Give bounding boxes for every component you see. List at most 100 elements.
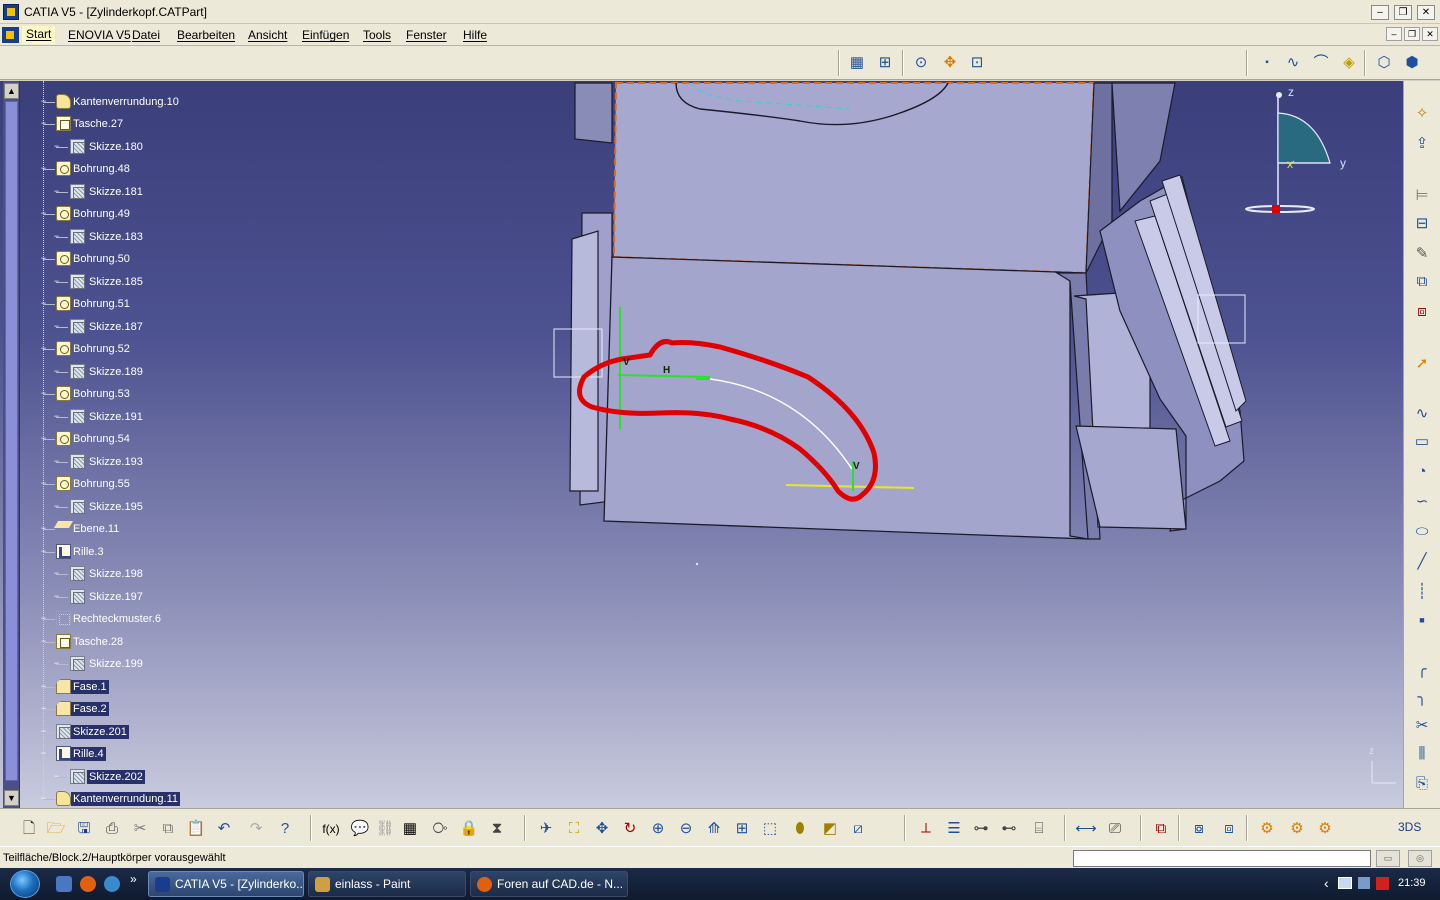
list-icon[interactable]: ☰ xyxy=(943,818,965,840)
open-file-icon[interactable]: 🗁 xyxy=(45,818,67,840)
task-firefox[interactable]: Foren auf CAD.de - N... xyxy=(470,871,628,897)
command-stop-icon[interactable]: ◎ xyxy=(1408,850,1432,867)
tree-item[interactable]: − Bohrung.50 xyxy=(22,249,342,269)
command-input[interactable] xyxy=(1073,850,1371,867)
tree-expander-icon[interactable]: − xyxy=(39,749,48,759)
command-ok-icon[interactable]: ▭ xyxy=(1376,850,1400,867)
start-orb-icon[interactable] xyxy=(10,870,40,898)
profile-line-icon[interactable]: ∿ xyxy=(1411,403,1433,425)
tree-expander-icon[interactable]: − xyxy=(39,637,48,647)
undo-icon[interactable]: ↶ xyxy=(213,818,235,840)
tree-expander-icon[interactable]: − xyxy=(39,119,48,129)
tree-expander-icon[interactable]: − xyxy=(52,322,61,332)
tree-expander-icon[interactable]: − xyxy=(39,794,48,804)
firefox-quicklaunch-icon[interactable] xyxy=(80,876,96,892)
menu-bearbeiten[interactable]: Bearbeiten xyxy=(177,28,235,42)
menu-tools[interactable]: Tools xyxy=(363,28,391,42)
scroll-up-arrow[interactable]: ▲ xyxy=(4,83,19,99)
tree-item[interactable]: − Rille.3 xyxy=(22,542,342,562)
catia-app-icon[interactable] xyxy=(3,4,19,20)
geometrical-constraints-icon[interactable]: ✥ xyxy=(939,52,961,74)
swap-space-icon[interactable]: ⧄ xyxy=(847,818,869,840)
tree-item[interactable]: − Tasche.27 xyxy=(22,114,342,134)
exit-sketcher-icon[interactable]: ⇪ xyxy=(1411,133,1433,155)
zoom-out-icon[interactable]: ⊖ xyxy=(675,818,697,840)
tree-item[interactable]: − Skizze.195 xyxy=(22,497,342,517)
spline-tool-icon[interactable]: ∽ xyxy=(1411,491,1433,513)
close-button[interactable]: ✕ xyxy=(1417,5,1435,20)
tree-item[interactable]: − Tasche.28 xyxy=(22,632,342,652)
tree-expander-icon[interactable]: − xyxy=(52,569,61,579)
tree-expander-icon[interactable]: − xyxy=(52,232,61,242)
animation-icon[interactable]: ⚙ xyxy=(1286,818,1308,840)
tree-expander-icon[interactable]: − xyxy=(39,344,48,354)
mirror-icon[interactable]: ⧈ xyxy=(1411,301,1433,323)
tree-item[interactable]: − Bohrung.49 xyxy=(22,204,342,224)
measure-between-icon[interactable]: ⟷ xyxy=(1075,818,1097,840)
tree-item[interactable]: − Skizze.197 xyxy=(22,587,342,607)
constraint-icon[interactable]: ⊨ xyxy=(1411,185,1433,207)
corner-icon[interactable]: ╭ xyxy=(1411,659,1433,681)
simulation-icon[interactable]: ⚙ xyxy=(1314,818,1336,840)
doc-restore-button[interactable]: ❐ xyxy=(1404,27,1420,41)
symmetry-icon[interactable]: ⫼ xyxy=(1411,743,1433,765)
layer-icon[interactable]: ⧇ xyxy=(1188,818,1210,840)
tree-expander-icon[interactable]: − xyxy=(52,412,61,422)
tree-expander-icon[interactable]: − xyxy=(39,254,48,264)
comment-icon[interactable]: 💬 xyxy=(349,818,371,840)
tree-item[interactable]: − Skizze.180 xyxy=(22,137,342,157)
menu-hilfe[interactable]: Hilfe xyxy=(463,28,487,42)
formula-icon[interactable]: f(x) xyxy=(320,818,342,840)
line-tool-icon[interactable]: ╱ xyxy=(1411,551,1433,573)
security-icon[interactable] xyxy=(1376,877,1389,890)
print-icon[interactable]: ⎙ xyxy=(101,818,123,840)
tree-item[interactable]: − Rille.4 xyxy=(22,744,342,764)
scrollbar-thumb[interactable] xyxy=(5,101,18,781)
zoom-in-icon[interactable]: ⊕ xyxy=(647,818,669,840)
tree-item[interactable]: − Skizze.189 xyxy=(22,362,342,382)
tree-item[interactable]: − Skizze.202 xyxy=(22,767,342,787)
tree-expander-icon[interactable]: − xyxy=(52,457,61,467)
menu-fenster[interactable]: Fenster xyxy=(406,28,447,42)
task-catia[interactable]: CATIA V5 - [Zylinderko... xyxy=(148,871,304,897)
ie-quicklaunch-icon[interactable] xyxy=(104,876,120,892)
tree-item[interactable]: − Rechteckmuster.6 xyxy=(22,609,342,629)
point-tool-icon[interactable]: ■ xyxy=(1411,609,1433,631)
knowledge-icon[interactable]: ⧂ xyxy=(429,818,451,840)
sketch-analysis-icon[interactable]: ⟂ xyxy=(915,818,937,840)
tree-expander-icon[interactable]: − xyxy=(39,209,48,219)
task-paint[interactable]: einlass - Paint xyxy=(308,871,466,897)
tree-collapse-icon[interactable]: ⊷ xyxy=(998,818,1020,840)
tree-item[interactable]: − Ebene.11 xyxy=(22,519,342,539)
tree-expander-icon[interactable]: − xyxy=(39,682,48,692)
tree-item[interactable]: − Fase.2 xyxy=(22,699,342,719)
cut-icon[interactable]: ✂ xyxy=(129,818,151,840)
tree-item[interactable]: − Bohrung.48 xyxy=(22,159,342,179)
tree-expander-icon[interactable]: − xyxy=(52,772,61,782)
show-desktop-icon[interactable] xyxy=(56,876,72,892)
tray-expand-icon[interactable]: ‹ xyxy=(1324,875,1329,891)
tree-expander-icon[interactable]: − xyxy=(39,524,48,534)
doc-minimize-button[interactable]: ‒ xyxy=(1386,27,1402,41)
project-3d-icon[interactable]: ⎘ xyxy=(1411,773,1433,795)
multi-view-icon[interactable]: ⊞ xyxy=(731,818,753,840)
tree-expander-icon[interactable]: − xyxy=(52,277,61,287)
circle-tool-icon[interactable]: ◔ xyxy=(1411,461,1433,483)
doc-close-button[interactable]: ✕ xyxy=(1422,27,1438,41)
tree-item[interactable]: − Skizze.187 xyxy=(22,317,342,337)
ellipse-icon[interactable]: ⬭ xyxy=(1411,521,1433,543)
paste-icon[interactable]: 📋 xyxy=(185,818,207,840)
tree-expander-icon[interactable]: − xyxy=(39,164,48,174)
minimize-button[interactable]: ‒ xyxy=(1371,5,1389,20)
fly-mode-icon[interactable]: ✈ xyxy=(535,818,557,840)
tree-item[interactable]: − Skizze.199 xyxy=(22,654,342,674)
tree-expander-icon[interactable]: − xyxy=(52,142,61,152)
pan-icon[interactable]: ✥ xyxy=(591,818,613,840)
tree-item[interactable]: − Fase.1 xyxy=(22,677,342,697)
tree-expander-icon[interactable]: − xyxy=(39,97,48,107)
whats-this-icon[interactable]: ? xyxy=(274,818,296,840)
menu-datei[interactable]: Datei xyxy=(132,28,160,42)
tree-expand-icon[interactable]: ⊶ xyxy=(970,818,992,840)
measure-item-icon[interactable]: ⎚ xyxy=(1104,818,1126,840)
snap-to-grid-icon[interactable]: ⊞ xyxy=(874,52,896,74)
